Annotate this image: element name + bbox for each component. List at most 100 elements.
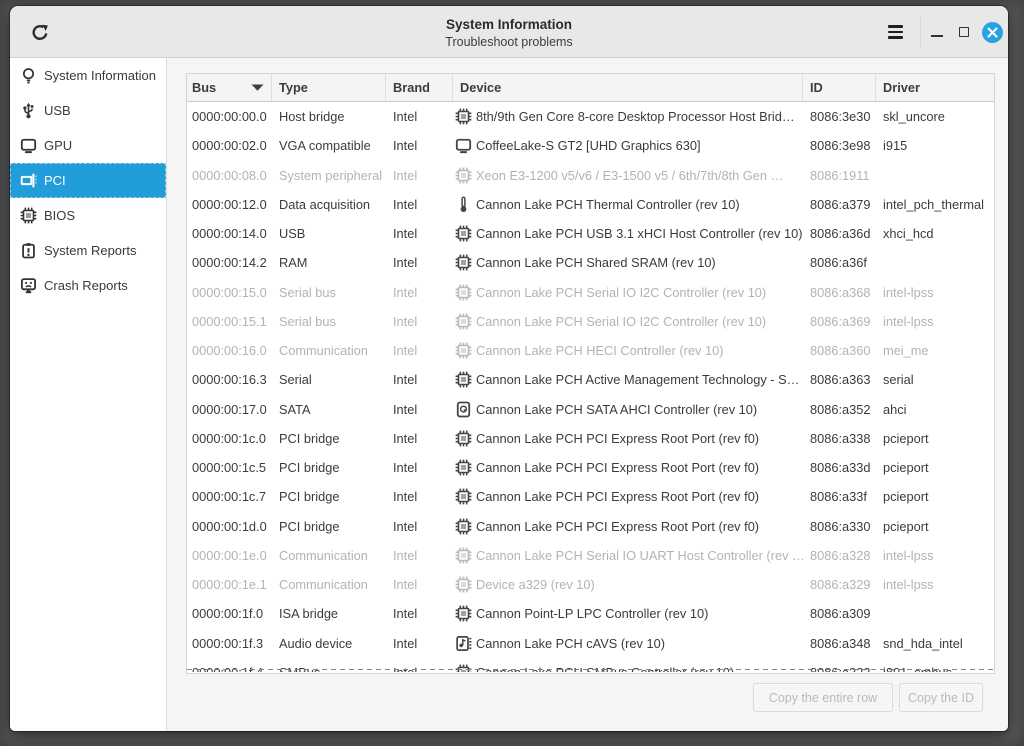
table-row[interactable]: 0000:00:17.0 SATA Intel Cannon Lake PCH … — [187, 395, 994, 424]
sidebar-item-label: BIOS — [44, 208, 75, 223]
copy-row-button[interactable]: Copy the entire row — [753, 683, 893, 712]
table-row[interactable]: 0000:00:16.3 Serial Intel Cannon Lake PC… — [187, 365, 994, 394]
sidebar-item-label: System Reports — [44, 243, 136, 258]
cell-bus: 0000:00:14.2 — [187, 248, 272, 277]
column-header-driver[interactable]: Driver — [876, 74, 994, 101]
table-row[interactable]: 0000:00:1f.0 ISA bridge Intel Cannon Poi… — [187, 599, 994, 628]
table-row[interactable]: 0000:00:08.0 System peripheral Intel Xeo… — [187, 161, 994, 190]
table-row[interactable]: 0000:00:1d.0 PCI bridge Intel Cannon Lak… — [187, 512, 994, 541]
titlebar-titles: System Information Troubleshoot problems — [160, 17, 858, 50]
column-header-type[interactable]: Type — [272, 74, 386, 101]
table-row[interactable]: 0000:00:1c.5 PCI bridge Intel Cannon Lak… — [187, 453, 994, 482]
pci-device-table: Bus Type Brand Device ID Driver 0000:00:… — [186, 73, 995, 674]
column-header-label: Device — [460, 80, 501, 95]
cell-id: 8086:a36f — [803, 248, 876, 277]
chip-icon — [455, 605, 472, 622]
footer-buttons: Copy the entire row Copy the ID — [753, 683, 983, 712]
table-row[interactable]: 0000:00:1f.3 Audio device Intel Cannon L… — [187, 629, 994, 658]
table-row[interactable]: 0000:00:15.0 Serial bus Intel Cannon Lak… — [187, 278, 994, 307]
cell-id: 8086:a329 — [803, 570, 876, 599]
cell-brand: Intel — [386, 453, 453, 482]
titlebar[interactable]: System Information Troubleshoot problems — [10, 6, 1008, 58]
cell-bus: 0000:00:12.0 — [187, 190, 272, 219]
table-row[interactable]: 0000:00:1e.0 Communication Intel Cannon … — [187, 541, 994, 570]
table-row[interactable]: 0000:00:1e.1 Communication Intel Device … — [187, 570, 994, 599]
sidebar-item-pci[interactable]: PCI — [10, 163, 166, 198]
cell-type: PCI bridge — [272, 424, 386, 453]
cell-id: 8086:a33f — [803, 482, 876, 511]
cell-brand: Intel — [386, 307, 453, 336]
sidebar-item-label: GPU — [44, 138, 72, 153]
cell-id: 8086:a338 — [803, 424, 876, 453]
cell-device: Cannon Lake PCH Active Management Techno… — [453, 365, 803, 394]
cell-driver: pcieport — [876, 453, 994, 482]
chip-icon — [20, 207, 37, 224]
audio-card-icon — [455, 635, 472, 652]
crash-screen-icon — [20, 277, 37, 294]
table-row[interactable]: 0000:00:14.2 RAM Intel Cannon Lake PCH S… — [187, 248, 994, 277]
cell-type: PCI bridge — [272, 512, 386, 541]
refresh-icon — [31, 23, 49, 41]
cell-brand: Intel — [386, 424, 453, 453]
sidebar-item-system-reports[interactable]: System Reports — [10, 233, 166, 268]
table-row[interactable]: 0000:00:00.0 Host bridge Intel 8th/9th G… — [187, 102, 994, 131]
table-row[interactable]: 0000:00:12.0 Data acquisition Intel Cann… — [187, 190, 994, 219]
table-row[interactable]: 0000:00:16.0 Communication Intel Cannon … — [187, 336, 994, 365]
cell-device: Cannon Point-LP LPC Controller (rev 10) — [453, 599, 803, 628]
cell-bus: 0000:00:02.0 — [187, 131, 272, 160]
sidebar: System Information USB GPU PCI BIOS Syst… — [10, 58, 167, 731]
cell-driver: intel-lpss — [876, 570, 994, 599]
window-controls — [878, 6, 1008, 58]
sidebar-item-usb[interactable]: USB — [10, 93, 166, 128]
table-row[interactable]: 0000:00:15.1 Serial bus Intel Cannon Lak… — [187, 307, 994, 336]
cell-driver — [876, 161, 994, 190]
maximize-button[interactable] — [951, 15, 977, 49]
column-header-bus[interactable]: Bus — [187, 74, 272, 101]
chip-icon — [455, 371, 472, 388]
cell-bus: 0000:00:1d.0 — [187, 512, 272, 541]
cell-bus: 0000:00:14.0 — [187, 219, 272, 248]
cell-brand: Intel — [386, 599, 453, 628]
cell-device: 8th/9th Gen Core 8-core Desktop Processo… — [453, 102, 803, 131]
table-row[interactable]: 0000:00:1c.7 PCI bridge Intel Cannon Lak… — [187, 482, 994, 511]
table-row[interactable]: 0000:00:02.0 VGA compatible Intel Coffee… — [187, 131, 994, 160]
cell-brand: Intel — [386, 395, 453, 424]
table-row[interactable]: 0000:00:14.0 USB Intel Cannon Lake PCH U… — [187, 219, 994, 248]
sidebar-item-bios[interactable]: BIOS — [10, 198, 166, 233]
close-button[interactable] — [982, 22, 1003, 43]
refresh-button[interactable] — [23, 15, 57, 49]
cell-type: Communication — [272, 570, 386, 599]
cell-driver: intel-lpss — [876, 307, 994, 336]
table-row[interactable]: 0000:00:1c.0 PCI bridge Intel Cannon Lak… — [187, 424, 994, 453]
cell-id: 8086:3e98 — [803, 131, 876, 160]
copy-id-button[interactable]: Copy the ID — [899, 683, 983, 712]
cell-type: System peripheral — [272, 161, 386, 190]
cell-device: Cannon Lake PCH Serial IO I2C Controller… — [453, 307, 803, 336]
cell-id: 8086:a352 — [803, 395, 876, 424]
cell-device: Cannon Lake PCH PCI Express Root Port (r… — [453, 482, 803, 511]
titlebar-separator — [920, 16, 921, 48]
column-header-device[interactable]: Device — [453, 74, 803, 101]
cell-type: Serial — [272, 365, 386, 394]
column-header-brand[interactable]: Brand — [386, 74, 453, 101]
column-header-label: Type — [279, 80, 308, 95]
sidebar-item-system-information[interactable]: System Information — [10, 58, 166, 93]
cell-type: VGA compatible — [272, 131, 386, 160]
main-panel: Bus Type Brand Device ID Driver 0000:00:… — [167, 58, 1008, 731]
cell-brand: Intel — [386, 541, 453, 570]
monitor-icon — [455, 137, 472, 154]
sidebar-item-crash-reports[interactable]: Crash Reports — [10, 268, 166, 303]
cell-id: 8086:a369 — [803, 307, 876, 336]
cell-type: PCI bridge — [272, 482, 386, 511]
cell-device: Cannon Lake PCH Serial IO UART Host Cont… — [453, 541, 803, 570]
minimize-button[interactable] — [924, 15, 950, 49]
thermometer-icon — [455, 196, 472, 213]
menu-button[interactable] — [878, 15, 912, 49]
chip-icon — [455, 108, 472, 125]
sidebar-item-gpu[interactable]: GPU — [10, 128, 166, 163]
cell-id: 8086:a330 — [803, 512, 876, 541]
cell-type: RAM — [272, 248, 386, 277]
chip-icon — [455, 284, 472, 301]
cell-type: Communication — [272, 336, 386, 365]
column-header-id[interactable]: ID — [803, 74, 876, 101]
